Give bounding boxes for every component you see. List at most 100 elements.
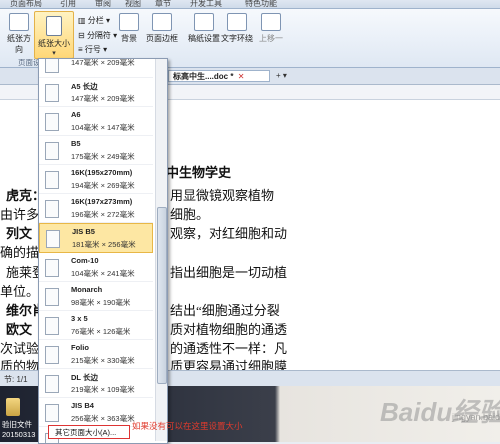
paper-size-dropdown: 147毫米 × 209毫米 A5 长边 147毫米 × 209毫米 A6 104毫米 ×… — [38, 58, 168, 444]
paper-size-item[interactable]: 16K(195x270mm) 194毫米 × 269毫米 — [39, 165, 153, 194]
folder-icon[interactable] — [6, 398, 20, 416]
paper-size-dimensions: 76毫米 × 126毫米 — [71, 327, 131, 336]
paper-size-item[interactable]: Monarch 98毫米 × 190毫米 — [39, 282, 153, 311]
page-icon — [45, 84, 59, 102]
columns-label: 分栏 — [87, 16, 104, 25]
paper-settings-button[interactable]: 稿纸设置 — [184, 13, 224, 44]
doc-text: 次试验 — [0, 341, 40, 356]
paper-size-dimensions: 215毫米 × 330毫米 — [71, 356, 135, 365]
scrollbar-thumb[interactable] — [157, 207, 167, 384]
paper-size-dimensions: 196毫米 × 272毫米 — [71, 210, 135, 219]
doc-text: 细胞。 — [170, 207, 210, 222]
paper-size-item[interactable]: DL 长边 219毫米 × 109毫米 — [39, 369, 153, 398]
desktop-icon-label: 验旧文件 — [2, 420, 32, 429]
paper-size-item[interactable]: A5 长边 147毫米 × 209毫米 — [39, 78, 153, 107]
text-wrap-label: 文字环绕 — [221, 34, 253, 43]
paper-size-list: 147毫米 × 209毫米 A5 长边 147毫米 × 209毫米 A6 104毫米 ×… — [39, 59, 153, 443]
page-icon — [45, 288, 59, 306]
chevron-down-icon: ▾ — [52, 50, 56, 57]
paper-size-name: JIS B5 — [72, 227, 95, 236]
doc-text: 观察，对红细胞和动 — [170, 226, 288, 241]
page-border-label: 页面边框 — [146, 34, 178, 43]
tab-page-layout[interactable]: 页面布局 — [10, 0, 42, 9]
paper-size-dimensions: 104毫米 × 147毫米 — [71, 123, 135, 132]
page-icon — [45, 142, 59, 160]
paper-size-icon — [46, 16, 62, 36]
bring-forward-button[interactable]: 上移一 — [256, 13, 286, 44]
breaks-button[interactable]: ⊟ 分隔符 ▾ — [78, 30, 117, 41]
doc-text: 指出细胞是一切动植 — [170, 265, 288, 280]
page-border-button[interactable]: 页面边框 — [144, 13, 180, 44]
more-paper-sizes-button[interactable]: 其它页面大小(A)... — [48, 425, 130, 439]
paper-size-item[interactable]: B5 175毫米 × 249毫米 — [39, 136, 153, 165]
breaks-label: 分隔符 — [86, 31, 111, 40]
bring-forward-label: 上移一 — [259, 34, 283, 43]
tab-review[interactable]: 审阅 — [95, 0, 111, 9]
page-icon — [45, 113, 59, 131]
doc-text: 的通透性不一样：凡 — [170, 341, 288, 356]
new-tab-button[interactable]: + ▾ — [276, 71, 287, 80]
line-numbers-button[interactable]: ≡ 行号 ▾ — [78, 44, 107, 55]
paper-size-name: B5 — [71, 139, 81, 148]
paper-settings-label: 稿纸设置 — [188, 34, 220, 43]
background-label: 背景 — [121, 34, 137, 43]
page-border-icon — [152, 13, 172, 31]
doc-text: 用显微镜观察植物 — [170, 188, 275, 203]
page-icon — [45, 171, 59, 189]
paper-size-item[interactable]: 3 x 5 76毫米 × 126毫米 — [39, 311, 153, 340]
columns-button[interactable]: ▥ 分栏 ▾ — [78, 15, 110, 26]
section-indicator: 节: 1/1 — [4, 375, 28, 384]
tab-view[interactable]: 视图 — [125, 0, 141, 9]
page-icon — [45, 200, 59, 218]
paper-size-button[interactable]: 纸张大小 ▾ — [34, 11, 74, 59]
page-icon — [46, 230, 60, 248]
paper-size-dimensions: 181毫米 × 256毫米 — [72, 240, 136, 249]
tab-references[interactable]: 引用 — [60, 0, 76, 9]
paper-size-name: DL 长边 — [71, 373, 98, 382]
page-icon — [45, 404, 59, 422]
tab-section[interactable]: 章节 — [155, 0, 171, 9]
paper-size-label: 纸张大小 — [38, 39, 70, 48]
paper-size-item[interactable]: A6 104毫米 × 147毫米 — [39, 107, 153, 136]
paper-size-name: Monarch — [71, 285, 103, 294]
paper-size-item[interactable]: Com-10 104毫米 × 241毫米 — [39, 253, 153, 282]
doc-title: 中生物学史 — [166, 165, 232, 180]
doc-text: 单位。 — [0, 284, 40, 299]
background-button[interactable]: 背景 — [116, 13, 142, 44]
paper-size-item[interactable]: 16K(197x273mm) 196毫米 × 272毫米 — [39, 194, 153, 223]
watermark-logo: Baidu经验 — [380, 397, 500, 427]
paper-size-dimensions: 194毫米 × 269毫米 — [71, 181, 135, 190]
tab-features[interactable]: 特色功能 — [245, 0, 277, 9]
paper-size-name: JIS B4 — [71, 401, 94, 410]
paper-size-dimensions: 175毫米 × 249毫米 — [71, 152, 135, 161]
dropdown-scrollbar[interactable] — [155, 59, 167, 441]
paper-size-name: Com-10 — [71, 256, 99, 265]
document-tab[interactable]: 标高中生....doc * ✕ — [168, 70, 270, 82]
paper-size-dimensions: 256毫米 × 363毫米 — [71, 414, 135, 423]
page-icon — [45, 375, 59, 393]
doc-text: 欧文 — [6, 322, 33, 337]
ribbon-tab-bar: 页面布局 引用 审阅 视图 章节 开发工具 特色功能 — [0, 0, 500, 9]
paper-size-name: A6 — [71, 110, 81, 119]
paper-size-item[interactable]: 147毫米 × 209毫米 — [39, 59, 153, 78]
tab-developer[interactable]: 开发工具 — [190, 0, 222, 9]
page-icon — [45, 317, 59, 335]
doc-text: 列文 — [6, 226, 33, 241]
paper-size-item[interactable]: Folio 215毫米 × 330毫米 — [39, 340, 153, 369]
paper-size-name: A5 长边 — [71, 82, 98, 91]
close-icon[interactable]: ✕ — [238, 72, 245, 81]
page-icon — [45, 259, 59, 277]
paper-size-name: 3 x 5 — [71, 314, 88, 323]
doc-text: 质对植物细胞的通透 — [170, 322, 288, 337]
desktop-icon-date: 20150313 — [2, 430, 36, 439]
paper-size-item[interactable]: JIS B5 181毫米 × 256毫米 — [39, 223, 153, 253]
doc-text: 确的描 — [0, 245, 40, 260]
orientation-button[interactable]: 纸张方向 — [4, 13, 34, 55]
text-wrap-button[interactable]: 文字环绕 — [219, 13, 255, 44]
line-numbers-label: 行号 — [84, 45, 101, 54]
paper-size-name: 16K(197x273mm) — [71, 197, 133, 206]
text-wrap-icon — [227, 13, 247, 31]
paper-size-dimensions: 98毫米 × 190毫米 — [71, 298, 131, 307]
document-tab-title: 标高中生....doc * — [173, 72, 234, 81]
orientation-icon — [9, 13, 29, 31]
